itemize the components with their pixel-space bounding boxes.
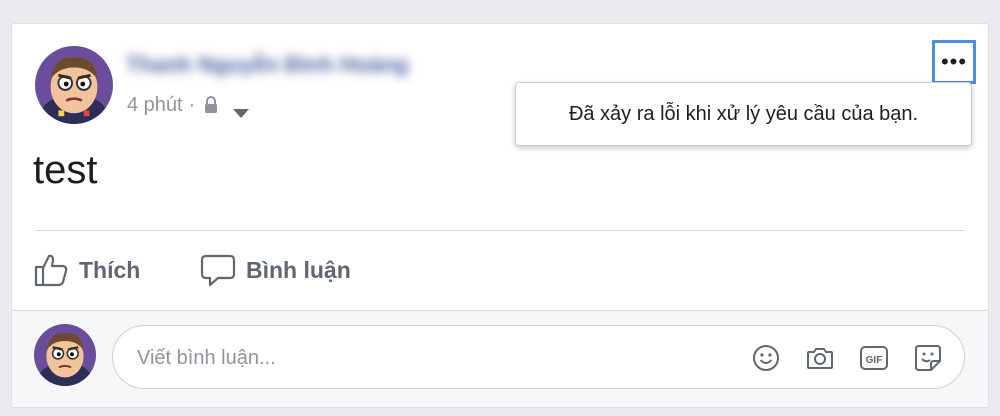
comment-input[interactable] <box>135 343 739 373</box>
post-content: test <box>33 148 98 192</box>
error-tooltip: Đã xảy ra lỗi khi xử lý yêu cầu của bạn. <box>515 82 972 146</box>
error-message: Đã xảy ra lỗi khi xử lý yêu cầu của bạn. <box>568 102 919 125</box>
comment-box: GIF <box>112 325 965 389</box>
emoji-icon[interactable] <box>751 343 781 373</box>
comment-button[interactable]: Bình luận <box>200 250 351 290</box>
sticker-icon[interactable] <box>913 343 943 373</box>
post-timestamp[interactable]: 4 phút <box>127 94 183 117</box>
divider <box>35 230 965 231</box>
post-meta: 4 phút · <box>127 92 250 118</box>
author-avatar[interactable] <box>35 46 113 124</box>
svg-text:GIF: GIF <box>866 355 883 366</box>
camera-icon[interactable] <box>805 343 835 373</box>
speech-bubble-icon <box>200 254 236 287</box>
author-name[interactable]: Thanh Nguyễn Đình Hoàng <box>126 52 466 76</box>
more-options-button[interactable]: ••• <box>932 40 976 84</box>
thumbs-up-icon <box>34 254 68 287</box>
like-label: Thích <box>79 256 141 283</box>
lock-icon <box>203 96 219 114</box>
privacy-dropdown-icon[interactable] <box>233 102 250 118</box>
user-avatar[interactable] <box>34 324 96 386</box>
comment-label: Bình luận <box>246 256 351 283</box>
meta-separator: · <box>188 93 196 116</box>
gif-icon[interactable]: GIF <box>859 343 889 373</box>
like-button[interactable]: Thích <box>33 250 140 290</box>
